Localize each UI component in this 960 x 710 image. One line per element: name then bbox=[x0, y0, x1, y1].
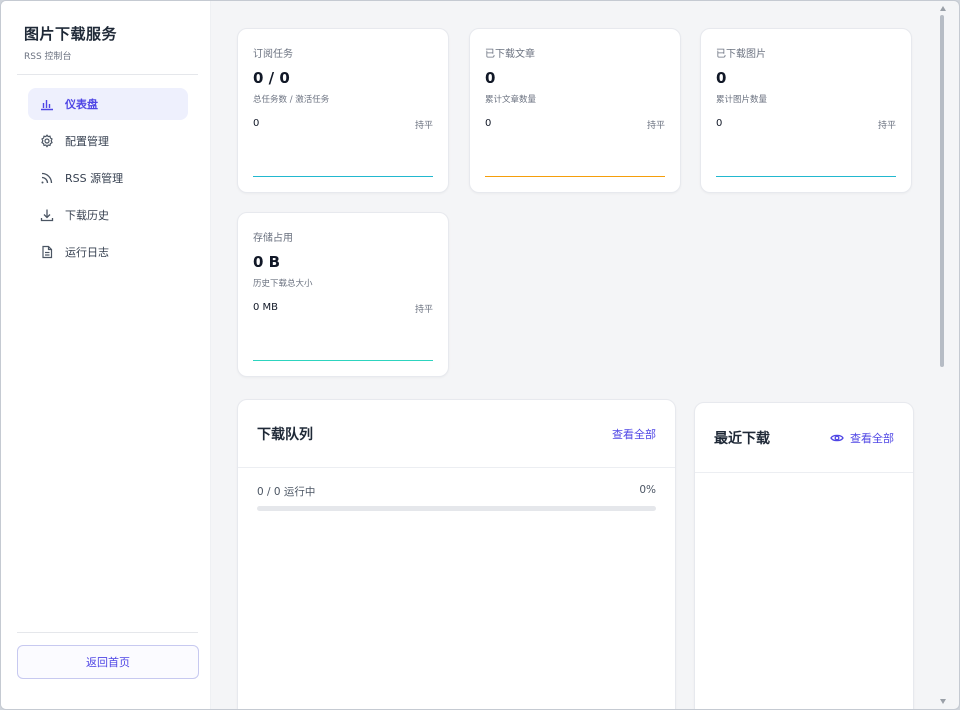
stat-label: 订阅任务 bbox=[253, 49, 293, 60]
panel-title: 最近下载 bbox=[714, 430, 770, 447]
sidebar-divider bbox=[17, 632, 198, 633]
stat-number: 0 MB bbox=[253, 302, 279, 313]
sidebar-item-label: 仪表盘 bbox=[65, 98, 98, 111]
stat-description: 总任务数 / 激活任务 bbox=[253, 95, 330, 105]
stat-card-subscriptions: 订阅任务 0 / 0 总任务数 / 激活任务 0 持平 bbox=[237, 28, 449, 193]
app-title: 图片下载服务 bbox=[24, 25, 118, 43]
stat-trend: 持平 bbox=[877, 121, 896, 131]
stat-description: 累计图片数量 bbox=[716, 95, 768, 105]
sidebar-divider bbox=[17, 74, 198, 75]
stat-description: 历史下载总大小 bbox=[253, 279, 313, 289]
stat-value: 0 bbox=[716, 69, 727, 87]
stat-number: 0 bbox=[485, 118, 492, 129]
stat-number: 0 bbox=[253, 118, 260, 129]
panel-title: 下载队列 bbox=[257, 426, 313, 443]
sidebar-item-label: RSS 源管理 bbox=[65, 172, 124, 185]
stat-row: 0 持平 bbox=[716, 118, 896, 131]
back-home-button[interactable]: 返回首页 bbox=[17, 645, 199, 679]
panel-header: 最近下载 查看全部 bbox=[695, 403, 913, 473]
stat-label: 已下载图片 bbox=[716, 49, 766, 60]
vertical-scrollbar[interactable] bbox=[937, 1, 949, 709]
gear-icon bbox=[40, 134, 54, 148]
app-subtitle: RSS 控制台 bbox=[24, 52, 72, 62]
stat-value: 0 / 0 bbox=[253, 69, 290, 87]
sparkline bbox=[716, 176, 896, 177]
bar-chart-icon bbox=[40, 97, 54, 111]
queue-status-row: 0 / 0 运行中 0% bbox=[257, 484, 656, 499]
stat-value: 0 bbox=[485, 69, 496, 87]
rss-icon bbox=[40, 171, 54, 185]
sidebar-item-label: 运行日志 bbox=[65, 246, 109, 259]
scroll-up-arrow-icon[interactable] bbox=[940, 6, 946, 11]
stat-row: 0 持平 bbox=[253, 118, 433, 131]
sidebar-nav: 仪表盘 配置管理 RSS 源管理 下载历史 运行日志 bbox=[28, 88, 188, 273]
stat-number: 0 bbox=[716, 118, 723, 129]
brand: 图片下载服务 RSS 控制台 bbox=[24, 23, 117, 62]
stat-card-articles: 已下载文章 0 累计文章数量 0 持平 bbox=[469, 28, 681, 193]
view-all-link[interactable]: 查看全部 bbox=[612, 426, 656, 442]
sparkline bbox=[485, 176, 665, 177]
download-queue-panel: 下载队列 查看全部 0 / 0 运行中 0% bbox=[237, 399, 676, 709]
document-icon bbox=[40, 245, 54, 259]
sidebar-item-label: 下载历史 bbox=[65, 209, 109, 222]
stat-label: 已下载文章 bbox=[485, 49, 535, 60]
stat-card-storage: 存储占用 0 B 历史下载总大小 0 MB 持平 bbox=[237, 212, 449, 377]
download-icon bbox=[40, 208, 54, 222]
queue-progress-bar bbox=[257, 506, 656, 511]
sidebar-item-label: 配置管理 bbox=[65, 135, 109, 148]
recent-downloads-panel: 最近下载 查看全部 bbox=[694, 402, 914, 709]
eye-icon bbox=[830, 431, 844, 445]
stat-description: 累计文章数量 bbox=[485, 95, 537, 105]
stat-trend: 持平 bbox=[646, 121, 665, 131]
sidebar-item-rss[interactable]: RSS 源管理 bbox=[28, 162, 188, 194]
view-all-link[interactable]: 查看全部 bbox=[830, 430, 894, 446]
sparkline bbox=[253, 360, 433, 361]
app-window: 图片下载服务 RSS 控制台 仪表盘 配置管理 RSS 源管理 下载历史 运行日… bbox=[0, 0, 960, 710]
sparkline bbox=[253, 176, 433, 177]
queue-percent: 0% bbox=[639, 484, 656, 496]
queue-status: 0 / 0 运行中 bbox=[257, 486, 316, 498]
stat-trend: 持平 bbox=[414, 121, 433, 131]
stat-row: 0 持平 bbox=[485, 118, 665, 131]
scroll-thumb[interactable] bbox=[940, 15, 944, 367]
panel-header: 下载队列 查看全部 bbox=[238, 400, 675, 468]
stat-label: 存储占用 bbox=[253, 233, 293, 244]
sidebar-item-history[interactable]: 下载历史 bbox=[28, 199, 188, 231]
sidebar-item-dashboard[interactable]: 仪表盘 bbox=[28, 88, 188, 120]
sidebar-item-logs[interactable]: 运行日志 bbox=[28, 236, 188, 268]
sidebar: 图片下载服务 RSS 控制台 仪表盘 配置管理 RSS 源管理 下载历史 运行日… bbox=[1, 1, 211, 709]
view-all-label: 查看全部 bbox=[850, 431, 894, 445]
stat-row: 0 MB 持平 bbox=[253, 302, 433, 315]
main-content: 订阅任务 0 / 0 总任务数 / 激活任务 0 持平 已下载文章 0 累计文章… bbox=[211, 1, 937, 709]
scroll-down-arrow-icon[interactable] bbox=[940, 699, 946, 704]
stat-card-images: 已下载图片 0 累计图片数量 0 持平 bbox=[700, 28, 912, 193]
sidebar-item-config[interactable]: 配置管理 bbox=[28, 125, 188, 157]
stat-trend: 持平 bbox=[414, 305, 433, 315]
stat-value: 0 B bbox=[253, 253, 281, 271]
